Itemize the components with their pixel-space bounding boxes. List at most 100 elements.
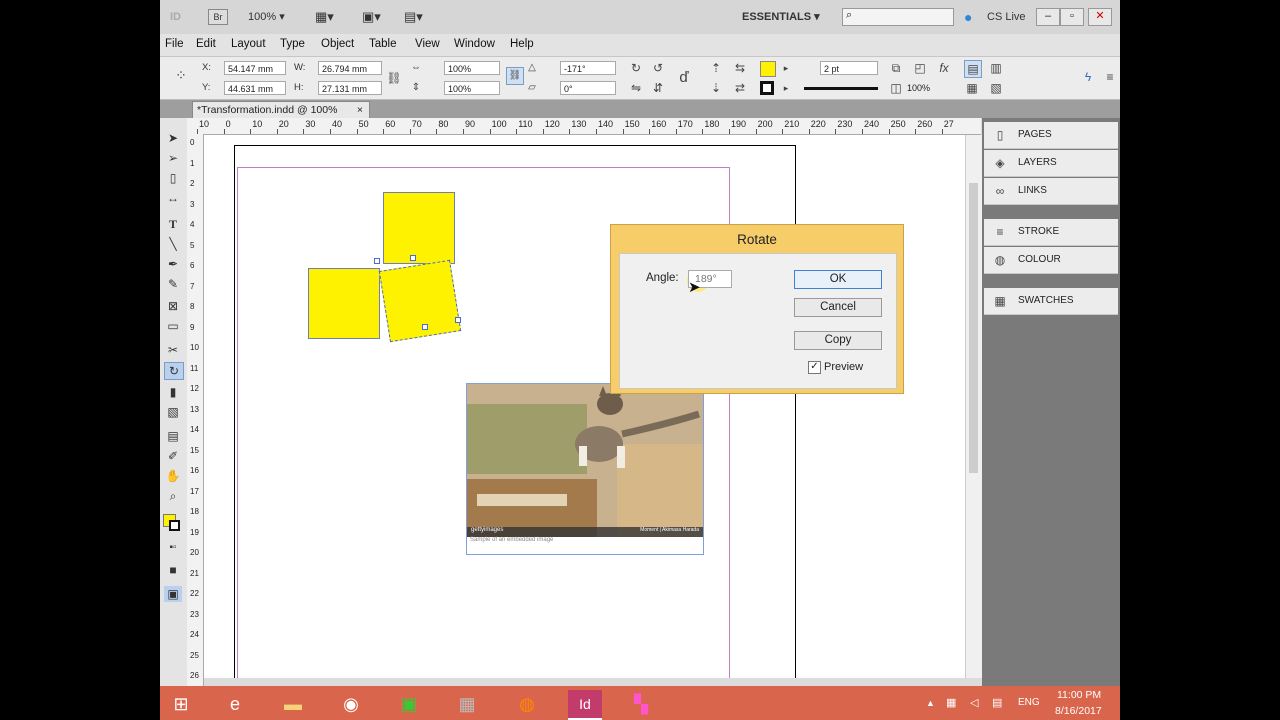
vertical-scrollbar[interactable] [965,135,982,678]
embedded-photo-frame[interactable]: gettyimages Moment | Akimasa Harada Samp… [466,383,704,555]
note-tool-icon[interactable]: ▤ [164,428,182,444]
scale-x-field[interactable]: 100% [444,61,500,75]
selection-handle-bottom[interactable] [422,324,428,330]
select-next-icon[interactable]: ⇄ [732,80,748,96]
constrain-scale-icon[interactable]: ⛓ [506,67,524,85]
shear-angle-field[interactable]: 0° [560,81,616,95]
direct-selection-tool-icon[interactable]: ➢ [164,150,182,166]
panel-swatches[interactable]: ▦ SWATCHES [984,288,1118,315]
lightning-quick-apply-icon[interactable]: ϟ [1080,69,1096,85]
arrange-documents-icon[interactable]: ▤▾ [404,9,434,25]
close-document-icon[interactable]: × [357,102,363,118]
cs-live-button[interactable]: CS Live [987,9,1026,25]
direct-selection-transform-icon[interactable]: ď [676,70,692,86]
internet-explorer-icon[interactable]: e [220,690,250,718]
menu-type[interactable]: Type [280,38,305,50]
view-options-icon[interactable]: ▦▾ [315,9,343,25]
scissors-tool-icon[interactable]: ✂ [164,342,182,358]
select-content-icon[interactable]: ⇣ [708,80,724,96]
rectangle-frame-tool-icon[interactable]: ⊠ [164,298,182,314]
zoom-select[interactable]: 100% ▾ [248,9,294,25]
selection-handle-corner[interactable] [455,317,461,323]
y-position-field[interactable]: 44.631 mm [224,81,286,95]
scale-y-field[interactable]: 100% [444,81,500,95]
panel-layers[interactable]: ◈ LAYERS [984,150,1118,177]
rotation-angle-field[interactable]: -171° [560,61,616,75]
gradient-swatch-tool-icon[interactable]: ▮ [164,384,182,400]
yellow-square-left[interactable] [308,268,380,339]
menu-file[interactable]: File [165,38,184,50]
document-tab[interactable]: *Transformation.indd @ 100% × [192,101,370,118]
menu-table[interactable]: Table [369,38,397,50]
minimize-button[interactable]: – [1036,8,1060,26]
corner-options-icon[interactable]: ◰ [912,60,928,76]
pen-tool-icon[interactable]: ✒ [164,256,182,272]
wrap-icon[interactable]: ⧉ [888,60,904,76]
gradient-feather-tool-icon[interactable]: ▧ [164,404,182,420]
normal-view-icon[interactable]: ■ [164,562,182,578]
flip-horizontal-icon[interactable]: ⇋ [628,80,644,96]
copy-button[interactable]: Copy [794,331,882,350]
chrome-icon[interactable]: ◉ [336,690,366,718]
x-position-field[interactable]: 54.147 mm [224,61,286,75]
line-tool-icon[interactable]: ╲ [164,236,182,252]
color-mode-icon[interactable]: ▪▫ [164,540,182,556]
close-button[interactable]: ✕ [1088,8,1112,26]
eyedropper-tool-icon[interactable]: ✐ [164,448,182,464]
maximize-button[interactable]: ▫ [1060,8,1084,26]
rotate-ccw-icon[interactable]: ↺ [650,60,666,76]
selection-handle-top[interactable] [410,255,416,261]
stroke-dropdown-icon[interactable]: ▸ [778,80,794,96]
search-input[interactable]: ⌕ [842,8,954,26]
firefox-icon[interactable]: ◍ [512,690,542,718]
ok-button[interactable]: OK [794,270,882,289]
language-indicator[interactable]: ENG [1018,697,1040,708]
constrain-proportions-icon[interactable]: ⛓ [386,70,402,86]
menu-layout[interactable]: Layout [231,38,266,50]
menu-object[interactable]: Object [321,38,354,50]
fill-color-swatch[interactable] [760,61,776,77]
effects-fx-icon[interactable]: fx [936,60,952,76]
rectangle-tool-icon[interactable]: ▭ [164,318,182,334]
fill-dropdown-icon[interactable]: ▸ [778,60,794,76]
bridge-button[interactable]: Br [208,9,228,25]
tray-arrow-icon[interactable]: ▲ [926,698,935,708]
file-explorer-icon[interactable]: ▬ [278,690,308,718]
zoom-tool-icon[interactable]: ⌕ [164,488,182,504]
rotation-reference-point[interactable] [374,258,380,264]
app-icon[interactable]: ▦ [452,690,482,718]
width-field[interactable]: 26.794 mm [318,61,382,75]
screen-mode-icon[interactable]: ▣▾ [362,9,390,25]
panel-colour[interactable]: ◍ COLOUR [984,247,1118,274]
windows-start-icon[interactable]: ⊞ [166,690,196,718]
hand-tool-icon[interactable]: ✋ [164,468,182,484]
select-previous-icon[interactable]: ⇆ [732,60,748,76]
menu-edit[interactable]: Edit [196,38,216,50]
gap-tool-icon[interactable]: ↔ [164,190,182,206]
store-icon[interactable]: ▣ [394,690,424,718]
selection-tool-icon[interactable]: ➤ [164,130,182,146]
screen-mode-tool-icon[interactable]: ▣ [164,586,182,602]
drop-shadow-icon[interactable]: ◫ [888,80,904,96]
panel-menu-icon[interactable]: ≡ [1102,69,1118,85]
scrollbar-thumb[interactable] [969,183,978,473]
reference-point-icon[interactable]: ⁘ [173,67,189,83]
speaker-icon[interactable]: ◁ [970,696,978,709]
type-tool-icon[interactable]: T [164,216,182,232]
stroke-color-swatch[interactable] [760,81,774,95]
panel-pages[interactable]: ▯ PAGES [984,122,1118,149]
taskbar-time[interactable]: 11:00 PM [1057,689,1101,701]
align-icon[interactable]: ▥ [988,60,1004,76]
preview-checkbox[interactable]: ✓ [808,361,821,374]
menu-window[interactable]: Window [454,38,495,50]
network-icon[interactable]: ▦ [946,696,956,709]
panel-stroke[interactable]: ≡ STROKE [984,219,1118,246]
height-field[interactable]: 27.131 mm [318,81,382,95]
text-frame-options-icon[interactable]: ▤ [964,60,982,78]
menu-view[interactable]: View [415,38,440,50]
yellow-square-rotated[interactable] [378,259,462,343]
workspace-switcher[interactable]: ESSENTIALS ▾ [742,9,820,25]
rotate-cw-icon[interactable]: ↻ [628,60,644,76]
action-center-icon[interactable]: ▤ [992,696,1002,709]
colorful-app-icon[interactable]: ▚ [626,690,656,718]
